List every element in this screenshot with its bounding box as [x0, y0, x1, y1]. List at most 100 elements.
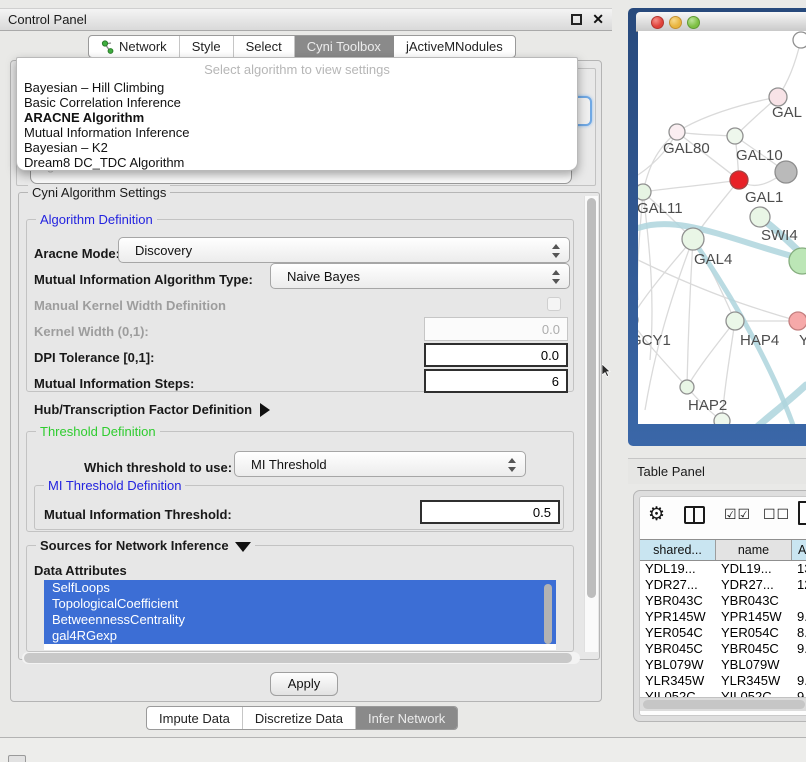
table-panel-title: Table Panel — [637, 464, 705, 479]
node-label: GAL80 — [663, 140, 710, 157]
node-hap4[interactable] — [726, 312, 744, 330]
mi-type-label: Mutual Information Algorithm Type: — [34, 272, 253, 287]
algorithm-option[interactable]: Bayesian – Hill Climbing — [17, 80, 577, 95]
which-threshold-combo[interactable]: MI Threshold — [234, 451, 526, 477]
table-row[interactable]: YPR145WYPR145W9. — [640, 609, 806, 625]
collapsed-arrow-icon — [260, 403, 270, 417]
table-horizontal-scrollbar[interactable] — [640, 697, 806, 711]
node[interactable] — [789, 248, 806, 274]
column-header-name[interactable]: name — [716, 540, 792, 560]
table-row[interactable]: YBR045CYBR045C9. — [640, 641, 806, 657]
network-window-titlebar[interactable] — [636, 12, 806, 32]
algorithm-option[interactable]: Mutual Information Inference — [17, 125, 577, 140]
document-icon[interactable] — [798, 501, 806, 525]
kernel-width-field[interactable]: 0.0 — [424, 317, 568, 341]
table-row[interactable]: YLR345WYLR345W9. — [640, 673, 806, 689]
manual-kernel-label: Manual Kernel Width Definition — [34, 298, 226, 313]
table-row[interactable]: YER054CYER054C8. — [640, 625, 806, 641]
expanded-arrow-icon — [235, 542, 251, 552]
node-hap2[interactable] — [680, 380, 694, 394]
table-row[interactable]: YBR043CYBR043C — [640, 593, 806, 609]
aracne-mode-combo[interactable]: Discovery — [118, 237, 570, 263]
close-icon[interactable]: ✕ — [592, 14, 604, 25]
node-swi4[interactable] — [750, 207, 770, 227]
deselect-checkboxes-icon[interactable]: ☐☐ — [763, 506, 790, 523]
network-canvas[interactable]: GAL GAL80 GAL10 GAL1 GAL11 SWI4 GAL4 GCY… — [638, 31, 806, 424]
table-row[interactable]: YDL19...YDL19...13 — [640, 561, 806, 577]
mi-threshold-title: MI Threshold Definition — [44, 478, 185, 493]
gear-icon[interactable]: ⚙ — [648, 503, 665, 526]
node-gal1[interactable] — [730, 171, 748, 189]
node[interactable] — [775, 161, 797, 183]
node-label: Y — [799, 332, 806, 349]
tab-cyni-toolbox[interactable]: Cyni Toolbox — [295, 36, 394, 57]
close-traffic-light-icon[interactable] — [651, 16, 664, 29]
clipped-bottom-button[interactable] — [8, 755, 26, 762]
mi-threshold-label: Mutual Information Threshold: — [44, 507, 232, 522]
chevron-updown-icon — [508, 457, 517, 473]
hub-definition-toggle[interactable]: Hub/Transcription Factor Definition — [34, 402, 270, 417]
algorithm-option[interactable]: Basic Correlation Inference — [17, 95, 577, 110]
column-header-shared-name[interactable]: shared... — [640, 540, 716, 560]
node[interactable] — [793, 32, 806, 48]
chevron-updown-icon — [552, 269, 561, 285]
list-item[interactable]: TopologicalCoefficient — [44, 596, 556, 612]
settings-vertical-scrollbar[interactable] — [584, 196, 598, 652]
scrollbar-thumb[interactable] — [24, 653, 572, 663]
aracne-mode-label: Aracne Mode: — [34, 246, 120, 261]
dpi-tolerance-label: DPI Tolerance [0,1]: — [34, 350, 154, 365]
list-item[interactable]: BetweennessCentrality — [44, 612, 556, 628]
algorithm-option[interactable]: Dream8 DC_TDC Algorithm — [17, 155, 577, 170]
apply-button[interactable]: Apply — [270, 672, 338, 696]
scrollbar-thumb[interactable] — [587, 198, 596, 598]
mi-steps-label: Mutual Information Steps: — [34, 376, 194, 391]
manual-kernel-checkbox[interactable] — [547, 297, 561, 311]
table-row[interactable]: YIL052CYIL052C9. — [640, 689, 806, 697]
kernel-width-label: Kernel Width (0,1): — [34, 324, 149, 339]
sources-toggle[interactable]: Sources for Network Inference — [36, 538, 255, 553]
node-label: HAP4 — [740, 332, 779, 349]
algorithm-definition-title: Algorithm Definition — [36, 212, 157, 227]
mi-steps-field[interactable]: 6 — [424, 369, 568, 393]
settings-horizontal-scrollbar[interactable] — [22, 652, 580, 664]
zoom-traffic-light-icon[interactable] — [687, 16, 700, 29]
scrollbar-thumb[interactable] — [643, 700, 805, 709]
tab-jactivemnodules[interactable]: jActiveMNodules — [394, 36, 515, 57]
mi-threshold-field[interactable]: 0.5 — [420, 500, 560, 524]
algorithm-dropdown-popup: Select algorithm to view settings Bayesi… — [16, 57, 578, 171]
select-all-checkboxes-icon[interactable]: ☑☑ — [724, 506, 751, 523]
tab-network[interactable]: Network — [89, 36, 180, 57]
node-label: GAL11 — [638, 200, 683, 217]
table-row[interactable]: YBL079WYBL079W — [640, 657, 806, 673]
tab-infer-network[interactable]: Infer Network — [356, 707, 457, 729]
minimize-traffic-light-icon[interactable] — [669, 16, 682, 29]
dpi-tolerance-field[interactable]: 0.0 — [424, 343, 568, 367]
list-scrollbar-thumb[interactable] — [544, 584, 552, 644]
algorithm-option[interactable]: Bayesian – K2 — [17, 140, 577, 155]
tab-impute-data[interactable]: Impute Data — [147, 707, 243, 729]
list-item[interactable]: SelfLoops — [44, 580, 556, 596]
node-label: SWI4 — [761, 227, 798, 244]
float-panel-icon[interactable] — [571, 14, 582, 25]
node-gal10[interactable] — [727, 128, 743, 144]
node-gal11[interactable] — [638, 184, 651, 200]
network-view-window: GAL GAL80 GAL10 GAL1 GAL11 SWI4 GAL4 GCY… — [628, 8, 806, 446]
columns-icon[interactable] — [684, 506, 705, 524]
list-item[interactable]: gal4RGexp — [44, 628, 556, 644]
network-graph: GAL GAL80 GAL10 GAL1 GAL11 SWI4 GAL4 GCY… — [638, 31, 806, 424]
column-header-clipped[interactable]: A — [792, 540, 806, 560]
which-threshold-label: Which threshold to use: — [84, 460, 232, 475]
tab-discretize-data[interactable]: Discretize Data — [243, 707, 356, 729]
node-label: HAP2 — [688, 397, 727, 414]
mi-type-combo[interactable]: Naive Bayes — [270, 263, 570, 289]
node[interactable] — [714, 413, 730, 424]
node[interactable] — [789, 312, 806, 330]
node-label: GAL1 — [745, 189, 783, 206]
cyni-settings-title: Cyni Algorithm Settings — [28, 185, 170, 200]
table-row[interactable]: YDR27...YDR27...12 — [640, 577, 806, 593]
node-gal80[interactable] — [669, 124, 685, 140]
tab-select[interactable]: Select — [234, 36, 295, 57]
tab-style[interactable]: Style — [180, 36, 234, 57]
node-gal4[interactable] — [682, 228, 704, 250]
algorithm-option-selected[interactable]: ARACNE Algorithm — [17, 110, 577, 125]
